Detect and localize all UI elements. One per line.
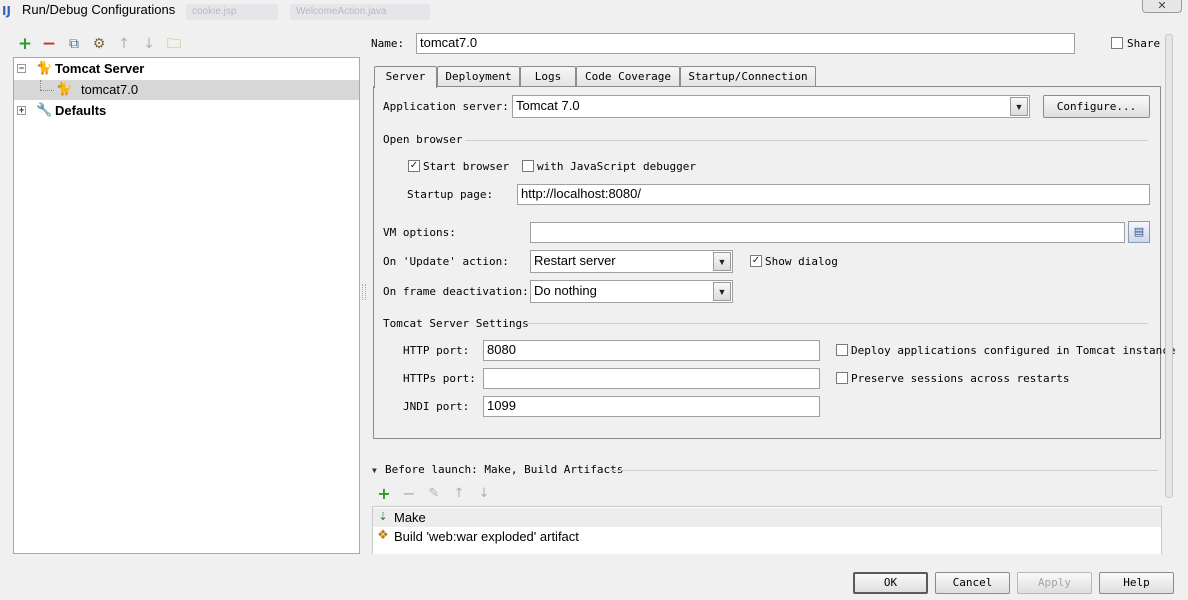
start-browser-checkbox[interactable]: ✓: [408, 160, 420, 172]
vm-options-input[interactable]: [530, 222, 1125, 243]
start-browser-label: Start browser: [423, 160, 510, 173]
tree-item-tomcat-server[interactable]: − 🐈 Tomcat Server: [14, 59, 359, 79]
chevron-down-icon: ▼: [1010, 97, 1028, 116]
jndi-port-label: JNDI port:: [403, 400, 470, 413]
deploy-applications-label: Deploy applications configured in Tomcat…: [851, 344, 1176, 357]
configure-button[interactable]: Configure...: [1043, 95, 1150, 118]
background-editor-tab: WelcomeAction.java: [290, 4, 430, 20]
move-task-down-icon[interactable]: ↓: [476, 486, 492, 502]
https-port-label: HTTPs port:: [403, 372, 476, 385]
collapse-toggle[interactable]: −: [17, 64, 26, 73]
tree-guide-line: [40, 80, 41, 90]
chevron-down-icon: ▼: [713, 252, 731, 271]
tomcat-icon: 🐈: [56, 82, 73, 97]
js-debugger-checkbox[interactable]: [522, 160, 534, 172]
help-button[interactable]: Help: [1099, 572, 1174, 594]
on-update-label: On 'Update' action:: [383, 255, 509, 268]
close-window-button[interactable]: ✕: [1142, 0, 1182, 13]
add-configuration-icon[interactable]: +: [16, 35, 34, 53]
tomcat-settings-group-title: Tomcat Server Settings: [383, 317, 529, 330]
group-divider: [610, 470, 1158, 471]
application-server-value: Tomcat 7.0: [516, 98, 580, 113]
share-label: Share: [1127, 37, 1161, 50]
apply-button[interactable]: Apply: [1017, 572, 1092, 594]
on-update-value: Restart server: [534, 253, 616, 268]
group-divider: [465, 140, 1148, 141]
tree-guide-line: [40, 90, 54, 91]
application-server-select[interactable]: Tomcat 7.0 ▼: [512, 95, 1030, 118]
name-label: Name:: [371, 37, 405, 50]
configuration-tree[interactable]: − 🐈 Tomcat Server 🐈 tomcat7.0 + 🔧 Defaul…: [13, 57, 360, 554]
background-editor-tab: cookie.jsp: [186, 4, 278, 20]
show-dialog-label: Show dialog: [765, 255, 838, 268]
remove-task-icon[interactable]: −: [401, 486, 417, 502]
https-port-input[interactable]: [483, 368, 820, 389]
intellij-app-icon: IJ: [2, 4, 11, 18]
artifact-icon: ❖: [377, 528, 389, 543]
jndi-port-input[interactable]: 1099: [483, 396, 820, 417]
preserve-sessions-label: Preserve sessions across restarts: [851, 372, 1070, 385]
add-task-icon[interactable]: +: [376, 486, 392, 502]
vm-options-label: VM options:: [383, 226, 456, 239]
tree-item-label: Tomcat Server: [55, 61, 145, 76]
cancel-button[interactable]: Cancel: [935, 572, 1010, 594]
title-bar: [0, 0, 1188, 24]
startup-page-input[interactable]: http://localhost:8080/: [517, 184, 1150, 205]
preserve-sessions-checkbox[interactable]: [836, 372, 848, 384]
list-item-label: Build 'web:war exploded' artifact: [394, 529, 579, 544]
remove-configuration-icon[interactable]: −: [40, 35, 58, 53]
http-port-label: HTTP port:: [403, 344, 470, 357]
tab-logs[interactable]: Logs: [520, 66, 576, 87]
startup-page-label: Startup page:: [407, 188, 494, 201]
edit-defaults-icon[interactable]: ⚙: [90, 35, 108, 53]
application-server-label: Application server:: [383, 100, 509, 113]
expand-toggle[interactable]: +: [17, 106, 26, 115]
share-checkbox[interactable]: [1111, 37, 1123, 49]
name-input[interactable]: tomcat7.0: [416, 33, 1075, 54]
tree-item-defaults[interactable]: + 🔧 Defaults: [14, 101, 359, 121]
tab-server[interactable]: Server: [374, 66, 437, 88]
before-launch-list[interactable]: ⇣ Make ❖ Build 'web:war exploded' artifa…: [372, 506, 1162, 554]
splitter-handle[interactable]: [362, 284, 366, 300]
tab-code-coverage[interactable]: Code Coverage: [576, 66, 680, 87]
on-frame-deactivation-select[interactable]: Do nothing ▼: [530, 280, 733, 303]
tab-startup-connection[interactable]: Startup/Connection: [680, 66, 816, 87]
tree-item-tomcat7[interactable]: 🐈 tomcat7.0: [14, 80, 359, 100]
tree-item-label: tomcat7.0: [81, 82, 139, 97]
copy-configuration-icon[interactable]: ⧉: [65, 35, 83, 53]
ok-button[interactable]: OK: [853, 572, 928, 594]
move-up-icon[interactable]: ↑: [115, 35, 133, 53]
tab-deployment[interactable]: Deployment: [437, 66, 520, 87]
on-frame-deactivation-value: Do nothing: [534, 283, 597, 298]
window-title: Run/Debug Configurations: [22, 2, 176, 17]
on-frame-deactivation-label: On frame deactivation:: [383, 285, 529, 298]
vertical-scrollbar[interactable]: [1165, 34, 1173, 498]
list-item-label: Make: [394, 510, 426, 525]
http-port-input[interactable]: 8080: [483, 340, 820, 361]
expand-editor-icon[interactable]: ▤: [1128, 221, 1150, 243]
on-update-select[interactable]: Restart server ▼: [530, 250, 733, 273]
folder-icon[interactable]: 🗀: [165, 35, 183, 53]
show-dialog-checkbox[interactable]: ✓: [750, 255, 762, 267]
make-icon: ⇣: [378, 510, 388, 523]
move-down-icon[interactable]: ↓: [140, 35, 158, 53]
deploy-applications-checkbox[interactable]: [836, 344, 848, 356]
list-item[interactable]: ❖ Build 'web:war exploded' artifact: [373, 527, 1161, 546]
list-item[interactable]: ⇣ Make: [373, 508, 1161, 527]
wrench-icon: 🔧: [36, 103, 53, 118]
group-divider: [525, 323, 1148, 324]
chevron-down-icon: ▼: [713, 282, 731, 301]
open-browser-group-title: Open browser: [383, 133, 463, 146]
collapse-triangle-icon[interactable]: ▼: [372, 466, 377, 476]
tomcat-icon: 🐈: [36, 61, 53, 76]
move-task-up-icon[interactable]: ↑: [451, 486, 467, 502]
tree-item-label: Defaults: [55, 103, 107, 118]
edit-task-icon[interactable]: ✎: [426, 486, 442, 502]
before-launch-header[interactable]: Before launch: Make, Build Artifacts: [385, 462, 623, 478]
js-debugger-label: with JavaScript debugger: [537, 160, 696, 173]
